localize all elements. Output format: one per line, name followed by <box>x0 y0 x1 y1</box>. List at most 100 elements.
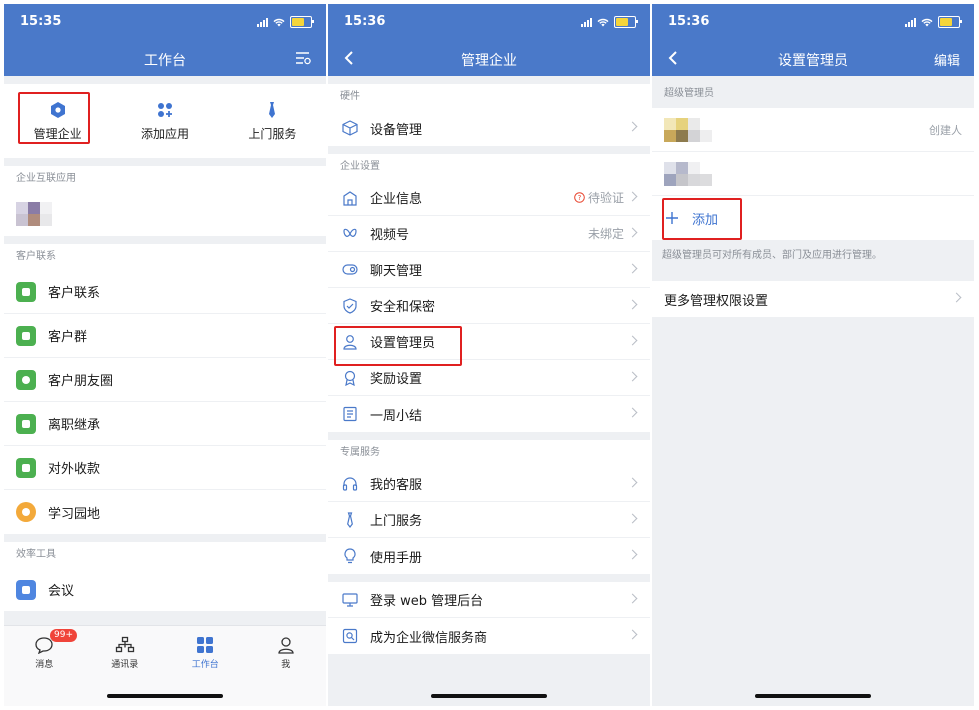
status-icons <box>581 16 638 28</box>
menu-label: 聊天管理 <box>370 264 423 279</box>
app-label: 客户群 <box>48 330 88 345</box>
exclusive-service-section: 专属服务 我的客服 上门服务 使用手册 <box>328 440 650 574</box>
customer-section: 客户联系 客户联系 客户群 客户朋友圈 离职继承 对外收款 学习园地 <box>4 244 326 534</box>
highlight-box <box>18 92 90 144</box>
app-external-payment[interactable]: 对外收款 <box>4 446 326 490</box>
bulb-icon <box>344 548 356 564</box>
interconnect-section: 企业互联应用 <box>4 166 326 236</box>
tab-me[interactable]: 我 <box>246 626 327 706</box>
menu-label: 更多管理权限设置 <box>664 293 769 309</box>
document-icon <box>16 413 36 434</box>
menu-label: 视频号 <box>370 228 410 243</box>
person-icon <box>278 637 294 654</box>
more-permissions-section: 更多管理权限设置 <box>652 281 974 317</box>
redacted-app[interactable] <box>4 192 326 236</box>
tab-label: 工作台 <box>191 660 219 670</box>
svg-text:?: ? <box>578 194 582 202</box>
add-app-button[interactable]: 添加应用 <box>111 84 218 158</box>
wifi-icon <box>273 18 285 26</box>
menu-chat-management[interactable]: 聊天管理 <box>328 252 650 288</box>
group-icon <box>16 325 36 346</box>
filter-settings-icon[interactable] <box>294 50 312 66</box>
signal-icon <box>905 17 916 27</box>
status-time: 15:36 <box>668 14 710 29</box>
section-label: 专属服务 <box>340 447 380 458</box>
planet-icon <box>16 502 36 522</box>
top-bar: 15:35 工作台 <box>4 4 326 76</box>
home-indicator <box>755 694 871 698</box>
status-icons <box>905 16 962 28</box>
top-bar: 15:36 设置管理员 编辑 <box>652 4 974 76</box>
verify-status: ? 待验证 <box>574 189 624 206</box>
quick-action-label: 添加应用 <box>140 126 189 141</box>
app-label: 会议 <box>48 584 75 599</box>
edit-button[interactable]: 编辑 <box>934 50 960 69</box>
menu-video-channel[interactable]: 视频号 未绑定 <box>328 216 650 252</box>
screen-workbench: 15:35 工作台 管理企业 添加应用 上门服务 企业互联应用 客户联系 客户联… <box>4 4 326 706</box>
app-customer-contact[interactable]: 客户联系 <box>4 270 326 314</box>
page-title: 工作台 <box>144 53 186 69</box>
payment-icon <box>16 457 36 478</box>
chevron-right-icon <box>627 513 638 524</box>
tab-label: 消息 <box>35 660 54 670</box>
menu-label: 使用手册 <box>370 550 423 566</box>
admin-item[interactable] <box>652 152 974 196</box>
top-bar: 15:36 管理企业 <box>328 4 650 76</box>
menu-label: 成为企业微信服务商 <box>370 630 488 646</box>
tab-messages[interactable]: 消息 99+ <box>4 626 85 706</box>
menu-weekly-summary[interactable]: 一周小结 <box>328 396 650 432</box>
section-label: 企业设置 <box>340 161 380 172</box>
menu-label: 一周小结 <box>370 408 423 424</box>
chevron-right-icon <box>627 371 638 382</box>
menu-enterprise-info[interactable]: 企业信息 ? 待验证 <box>328 180 650 216</box>
tie-icon <box>269 101 276 118</box>
chat-settings-icon <box>342 263 358 275</box>
efficiency-section: 效率工具 会议 <box>4 542 326 612</box>
search-doc-icon <box>342 628 358 644</box>
menu-label: 奖励设置 <box>370 372 423 387</box>
app-label: 学习园地 <box>48 506 101 522</box>
menu-label: 设备管理 <box>370 122 423 138</box>
menu-my-support[interactable]: 我的客服 <box>328 466 650 502</box>
chevron-right-icon <box>627 549 638 560</box>
app-customer-moments[interactable]: 客户朋友圈 <box>4 358 326 402</box>
creator-label: 创建人 <box>929 123 962 137</box>
screen-manage-enterprise: 15:36 管理企业 硬件 设备管理 企业设置 企业信息 ? 待验证 视频号 未绑… <box>328 4 650 706</box>
report-icon <box>343 406 357 422</box>
onsite-service-button[interactable]: 上门服务 <box>219 84 326 158</box>
admin-item-creator[interactable]: 创建人 <box>652 108 974 152</box>
app-meeting[interactable]: 会议 <box>4 568 326 612</box>
more-permissions-link[interactable]: 更多管理权限设置 <box>652 281 974 317</box>
section-label: 客户联系 <box>16 251 56 262</box>
page-title: 设置管理员 <box>778 53 848 69</box>
unread-badge: 99+ <box>50 629 77 642</box>
menu-become-provider[interactable]: 成为企业微信服务商 <box>328 618 650 654</box>
chevron-right-icon <box>627 629 638 640</box>
menu-web-admin-login[interactable]: 登录 web 管理后台 <box>328 582 650 618</box>
wifi-icon <box>921 18 933 26</box>
menu-user-manual[interactable]: 使用手册 <box>328 538 650 574</box>
battery-icon <box>938 16 962 28</box>
app-customer-group[interactable]: 客户群 <box>4 314 326 358</box>
app-label: 对外收款 <box>48 462 101 477</box>
menu-device-management[interactable]: 设备管理 <box>328 110 650 146</box>
menu-label: 上门服务 <box>370 514 423 529</box>
tab-label: 通讯录 <box>111 660 139 670</box>
status-text: 待验证 <box>587 191 624 205</box>
admin-hint: 超级管理员可对所有成员、部门及应用进行管理。 <box>662 250 882 261</box>
menu-security[interactable]: 安全和保密 <box>328 288 650 324</box>
menu-onsite-service[interactable]: 上门服务 <box>328 502 650 538</box>
app-resign-inherit[interactable]: 离职继承 <box>4 402 326 446</box>
status-time: 15:36 <box>344 14 386 29</box>
signal-icon <box>257 17 268 27</box>
butterfly-icon <box>343 228 357 237</box>
workbench-icon <box>197 637 214 653</box>
battery-icon <box>614 16 638 28</box>
page-title: 管理企业 <box>461 53 517 69</box>
app-learning[interactable]: 学习园地 <box>4 490 326 534</box>
app-label: 离职继承 <box>48 418 101 433</box>
chevron-right-icon <box>627 335 638 346</box>
section-label: 超级管理员 <box>664 88 714 99</box>
medal-icon <box>344 370 356 386</box>
shield-check-icon <box>343 297 357 314</box>
